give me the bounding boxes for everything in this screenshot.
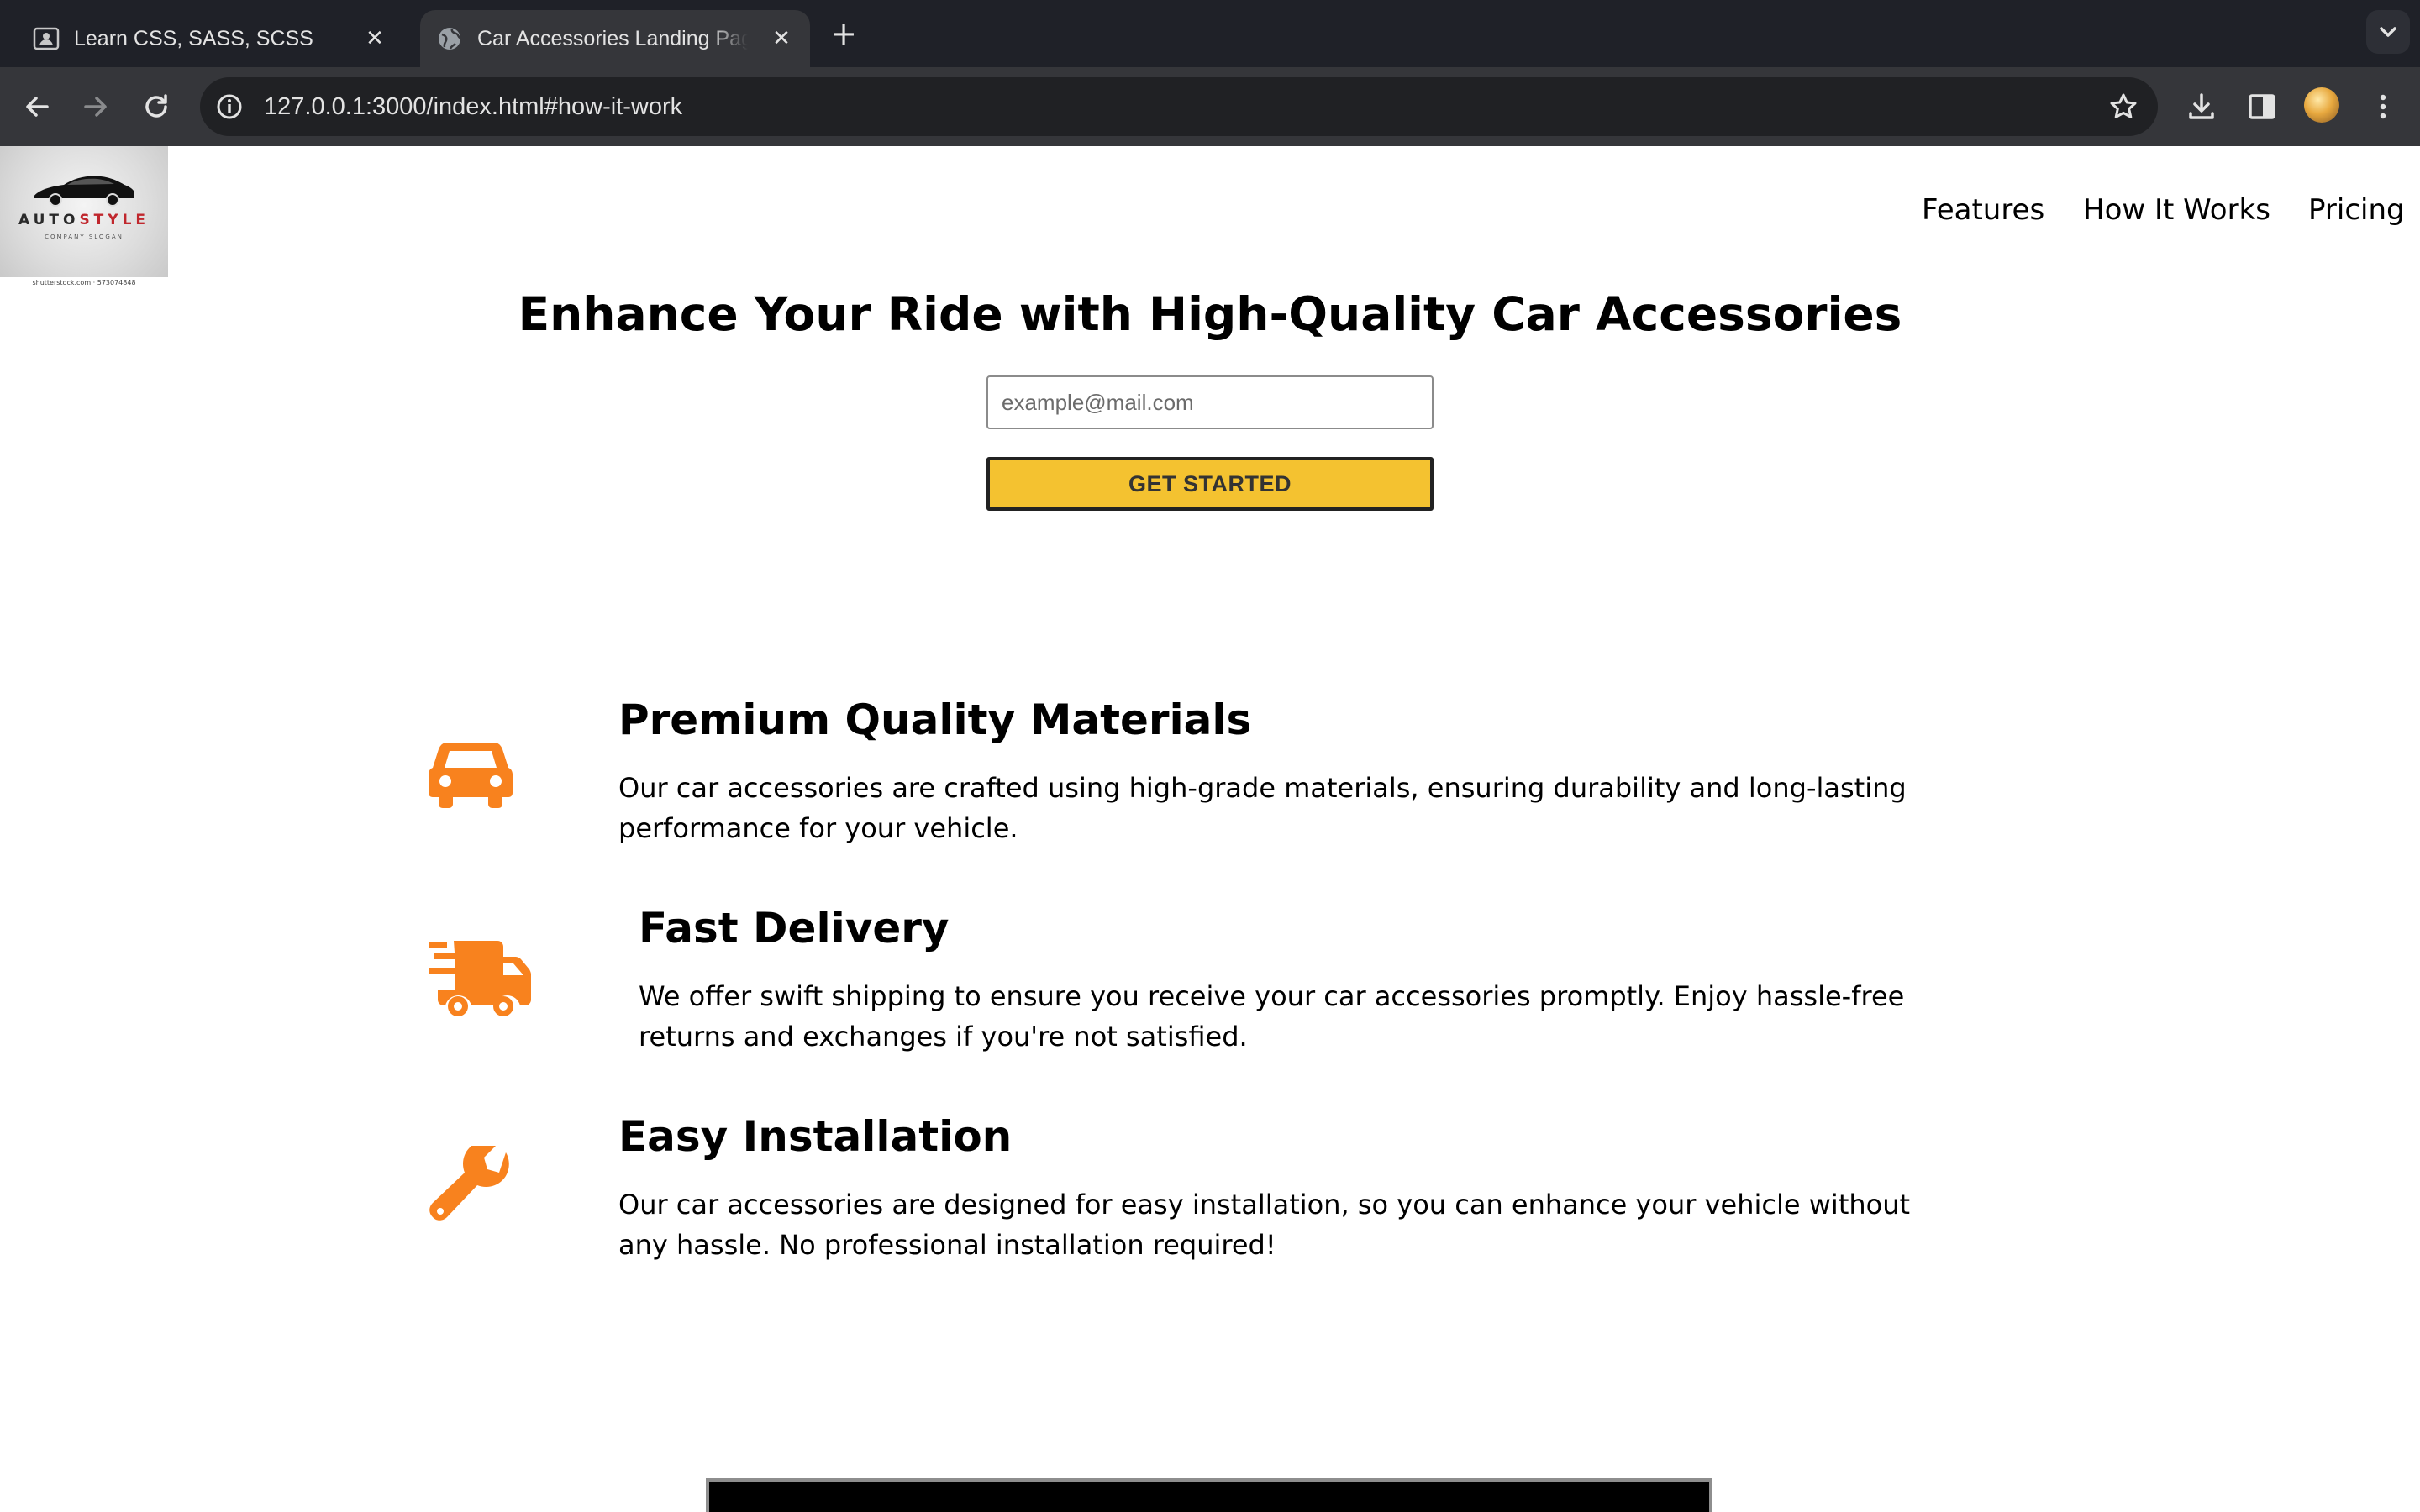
nav-link-features[interactable]: Features	[1922, 193, 2044, 227]
feature-desc-installation: Our car accessories are designed for eas…	[618, 1189, 1911, 1261]
site-logo[interactable]: AUTOSTYLE COMPANY SLOGAN shutterstock.co…	[0, 146, 168, 289]
globe-icon	[439, 28, 461, 50]
back-arrow-icon[interactable]	[18, 88, 55, 125]
feature-title-installation: Easy Installation	[618, 1112, 1013, 1161]
reload-icon[interactable]	[138, 88, 175, 125]
feature-title-quality: Premium Quality Materials	[618, 696, 1252, 744]
close-tab-icon[interactable]: ✕	[768, 25, 795, 52]
email-input[interactable]	[986, 375, 1434, 429]
side-panel-icon[interactable]	[2244, 88, 2281, 125]
forward-arrow-icon[interactable]	[77, 88, 114, 125]
tab-learn-css[interactable]: Learn CSS, SASS, SCSS ✕	[17, 10, 403, 67]
car-icon	[429, 743, 513, 808]
landing-page: AUTOSTYLE COMPANY SLOGAN shutterstock.co…	[0, 146, 2420, 1512]
nav-link-pricing[interactable]: Pricing	[2308, 193, 2405, 227]
browser-tab-strip: Learn CSS, SASS, SCSS ✕ Car Accessories …	[0, 0, 2420, 67]
address-bar[interactable]: 127.0.0.1:3000/index.html#how-it-work	[200, 77, 2158, 136]
download-icon[interactable]	[2183, 88, 2220, 125]
video-embed[interactable]	[706, 1478, 1712, 1512]
tab-search-button[interactable]	[2366, 10, 2410, 54]
more-menu-icon[interactable]	[2365, 88, 2402, 125]
tab-title: Car Accessories Landing Page	[477, 27, 748, 50]
browser-toolbar: 127.0.0.1:3000/index.html#how-it-work	[0, 67, 2420, 146]
delivery-truck-icon	[429, 941, 531, 1016]
wrench-icon	[429, 1146, 509, 1221]
site-info-icon[interactable]	[213, 91, 245, 123]
logo-wordmark: AUTOSTYLE	[18, 212, 150, 228]
tab-car-accessories[interactable]: Car Accessories Landing Page ✕	[420, 10, 810, 67]
feature-desc-delivery: We offer swift shipping to ensure you re…	[639, 980, 1905, 1053]
get-started-button[interactable]: GET STARTED	[986, 457, 1434, 511]
bookmark-star-icon[interactable]	[2107, 91, 2139, 123]
hero-title: Enhance Your Ride with High-Quality Car …	[518, 287, 1902, 341]
tab-title: Learn CSS, SASS, SCSS	[74, 27, 313, 50]
profile-avatar[interactable]	[2304, 87, 2339, 123]
close-tab-icon[interactable]: ✕	[361, 25, 388, 52]
logo-tagline: COMPANY SLOGAN	[45, 234, 124, 240]
feature-desc-quality: Our car accessories are crafted using hi…	[618, 772, 1907, 844]
chevron-down-icon	[2380, 27, 2396, 37]
url-text[interactable]: 127.0.0.1:3000/index.html#how-it-work	[264, 93, 682, 121]
contact-card-icon	[33, 27, 60, 50]
new-tab-plus-icon[interactable]: +	[827, 17, 860, 50]
logo-car-icon	[34, 176, 134, 207]
nav-link-how-it-works[interactable]: How It Works	[2083, 193, 2270, 227]
feature-title-delivery: Fast Delivery	[639, 904, 950, 953]
